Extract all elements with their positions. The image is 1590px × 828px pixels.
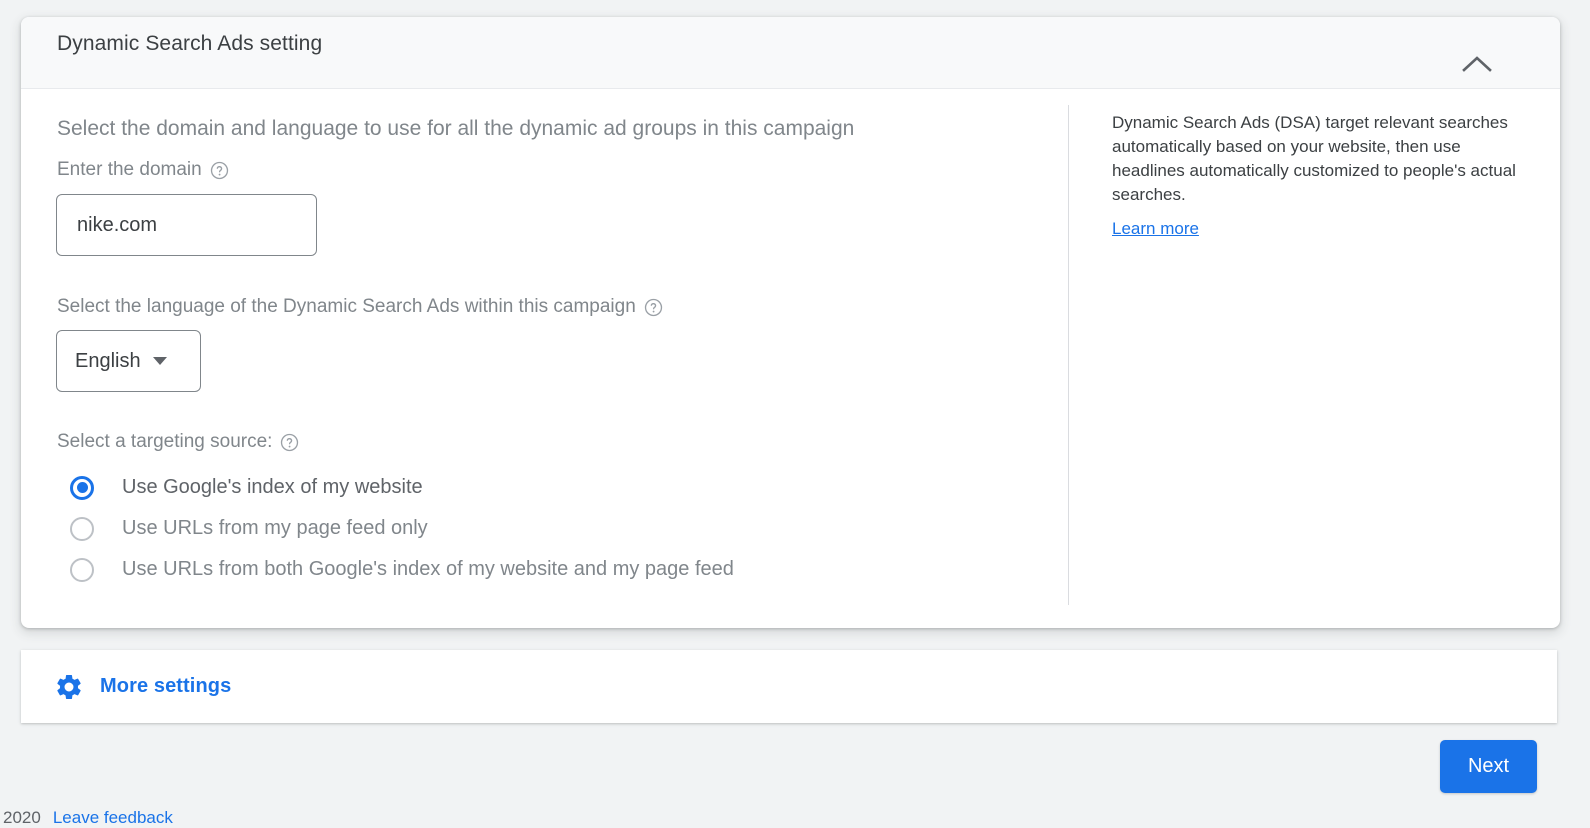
targeting-source-radio-group: Use Google's index of my website Use URL… <box>57 467 1007 590</box>
targeting-source-label-row: Select a targeting source: <box>57 429 299 455</box>
next-button[interactable]: Next <box>1440 740 1537 793</box>
column-divider <box>1068 105 1069 605</box>
language-label-row: Select the language of the Dynamic Searc… <box>57 294 663 320</box>
collapse-section-button[interactable] <box>1458 51 1496 77</box>
more-settings-toggle[interactable]: More settings <box>54 672 231 702</box>
domain-label-row: Enter the domain <box>57 157 229 183</box>
dynamic-search-ads-card: Dynamic Search Ads setting Select the do… <box>21 17 1560 628</box>
more-settings-label: More settings <box>100 675 232 697</box>
gear-icon <box>54 672 84 702</box>
language-label: Select the language of the Dynamic Searc… <box>57 296 636 317</box>
domain-label: Enter the domain <box>57 159 202 180</box>
help-circle-icon[interactable] <box>644 298 663 317</box>
radio-option-label: Use URLs from both Google's index of my … <box>122 558 734 580</box>
chevron-down-icon <box>152 357 167 365</box>
help-circle-icon[interactable] <box>280 433 299 452</box>
learn-more-link[interactable]: Learn more <box>1112 219 1199 239</box>
targeting-source-label: Select a targeting source: <box>57 431 273 452</box>
card-header: Dynamic Search Ads setting <box>21 17 1560 89</box>
radio-mark-icon <box>70 516 94 541</box>
language-select[interactable]: English <box>56 330 201 392</box>
radio-mark-icon <box>70 557 94 582</box>
radio-option-label: Use Google's index of my website <box>122 476 423 498</box>
radio-option-page-feed-only[interactable]: Use URLs from my page feed only <box>57 508 1007 549</box>
footer: 2020 Leave feedback <box>0 808 1590 828</box>
leave-feedback-link[interactable]: Leave feedback <box>53 808 173 828</box>
card-body: Select the domain and language to use fo… <box>21 89 1560 627</box>
radio-option-label: Use URLs from my page feed only <box>122 517 428 539</box>
radio-mark-icon <box>70 475 94 500</box>
help-circle-icon[interactable] <box>210 161 229 180</box>
language-select-value: English <box>75 349 141 372</box>
more-settings-card[interactable]: More settings <box>21 650 1557 723</box>
domain-input[interactable] <box>56 194 317 256</box>
footer-year: 2020 <box>3 808 41 827</box>
info-panel-description: Dynamic Search Ads (DSA) target relevant… <box>1112 113 1516 204</box>
chevron-up-icon <box>1462 55 1492 73</box>
form-intro-text: Select the domain and language to use fo… <box>57 117 855 140</box>
page-title: Dynamic Search Ads setting <box>57 32 323 55</box>
page-root: Dynamic Search Ads setting Select the do… <box>0 0 1590 828</box>
info-panel-column: Dynamic Search Ads (DSA) target relevant… <box>1092 89 1522 627</box>
radio-option-index-and-page-feed[interactable]: Use URLs from both Google's index of my … <box>57 549 1007 590</box>
settings-form-column: Select the domain and language to use fo… <box>21 89 1068 627</box>
radio-option-google-index[interactable]: Use Google's index of my website <box>57 467 1007 508</box>
